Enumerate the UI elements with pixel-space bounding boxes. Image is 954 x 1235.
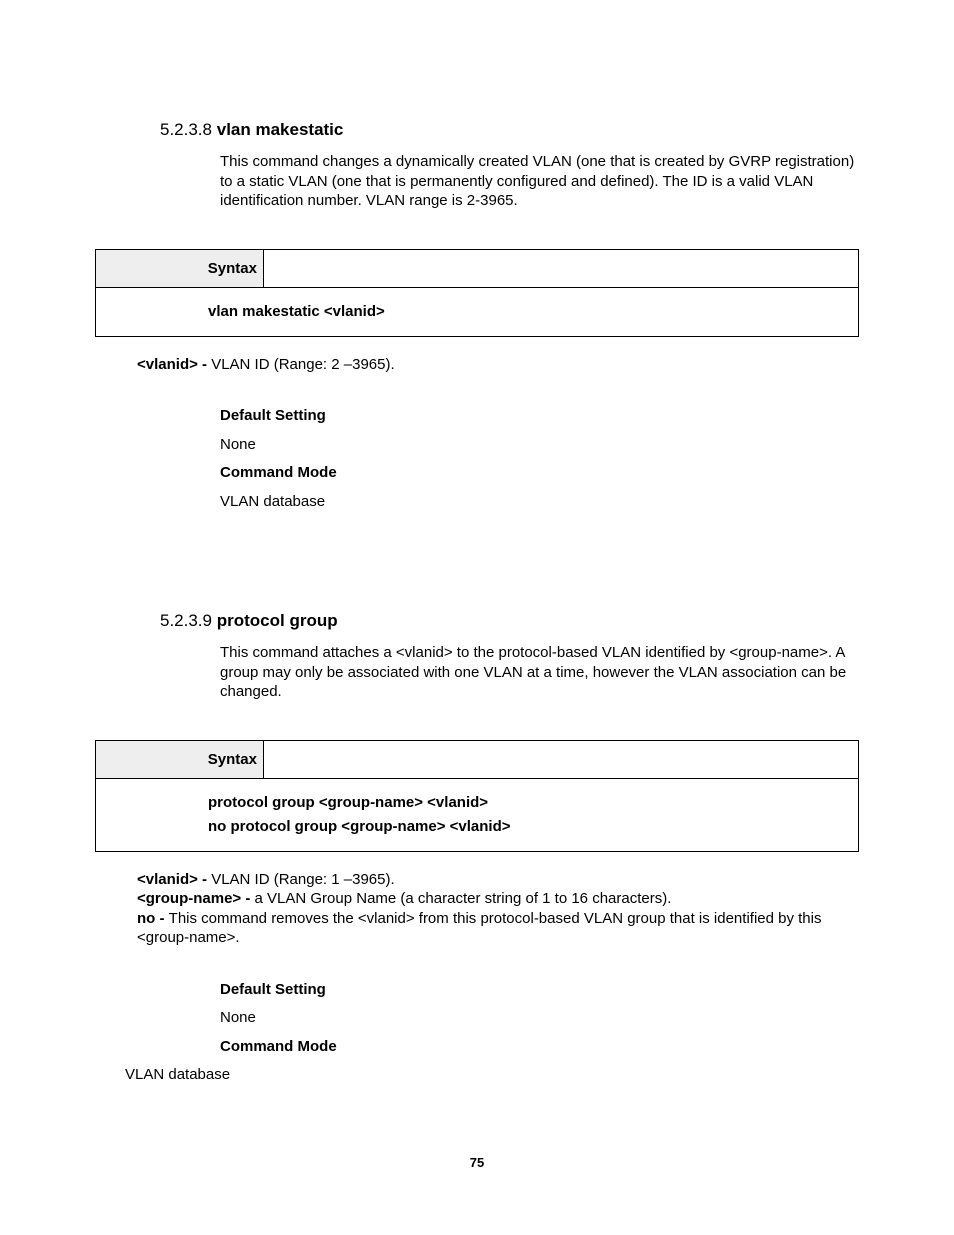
param-label: <group-name> -: [137, 890, 255, 907]
default-setting-value: None: [220, 1004, 859, 1033]
section-protocol-group: 5.2.3.9 protocol group This command atta…: [95, 611, 859, 1090]
section-number: 5.2.3.9: [160, 611, 212, 630]
section-heading: 5.2.3.8 vlan makestatic: [160, 120, 859, 140]
section-title: protocol group: [217, 611, 338, 630]
param-label: no -: [137, 910, 169, 927]
param-list: <vlanid> - VLAN ID (Range: 2 –3965).: [137, 355, 859, 375]
syntax-line: no protocol group <group-name> <vlanid>: [208, 815, 858, 839]
param-text: VLAN ID (Range: 1 –3965).: [211, 871, 394, 888]
default-setting-label: Default Setting: [220, 402, 859, 431]
param-list: <vlanid> - VLAN ID (Range: 1 –3965). <gr…: [137, 870, 859, 948]
syntax-line: vlan makestatic <vlanid>: [208, 300, 858, 324]
command-mode-value: VLAN database: [125, 1061, 859, 1090]
section-number: 5.2.3.8: [160, 120, 212, 139]
command-mode-label: Command Mode: [220, 1033, 859, 1062]
command-mode-value: VLAN database: [220, 488, 859, 517]
section-vlan-makestatic: 5.2.3.8 vlan makestatic This command cha…: [95, 120, 859, 516]
param-text: a VLAN Group Name (a character string of…: [255, 890, 672, 907]
syntax-body: vlan makestatic <vlanid>: [96, 288, 858, 336]
param-label: <vlanid> -: [137, 871, 211, 888]
syntax-header-row: Syntax: [96, 250, 858, 288]
syntax-spacer: [264, 741, 858, 779]
detail-block: Default Setting None Command Mode: [220, 976, 859, 1062]
syntax-spacer: [264, 250, 858, 288]
syntax-body: protocol group <group-name> <vlanid> no …: [96, 779, 858, 851]
detail-block: Default Setting None Command Mode VLAN d…: [220, 402, 859, 516]
document-page: 5.2.3.8 vlan makestatic This command cha…: [0, 0, 954, 1090]
section-description: This command attaches a <vlanid> to the …: [220, 643, 859, 702]
param-label: <vlanid> -: [137, 356, 211, 373]
param-text: VLAN ID (Range: 2 –3965).: [211, 356, 394, 373]
default-setting-value: None: [220, 431, 859, 460]
command-mode-label: Command Mode: [220, 459, 859, 488]
section-heading: 5.2.3.9 protocol group: [160, 611, 859, 631]
default-setting-label: Default Setting: [220, 976, 859, 1005]
param-text: This command removes the <vlanid> from t…: [137, 910, 821, 947]
syntax-line: protocol group <group-name> <vlanid>: [208, 791, 858, 815]
page-number: 75: [0, 1155, 954, 1170]
syntax-label: Syntax: [96, 741, 264, 779]
syntax-header-row: Syntax: [96, 741, 858, 779]
syntax-box: Syntax vlan makestatic <vlanid>: [95, 249, 859, 337]
syntax-box: Syntax protocol group <group-name> <vlan…: [95, 740, 859, 852]
syntax-label: Syntax: [96, 250, 264, 288]
section-title: vlan makestatic: [217, 120, 344, 139]
section-description: This command changes a dynamically creat…: [220, 152, 859, 211]
